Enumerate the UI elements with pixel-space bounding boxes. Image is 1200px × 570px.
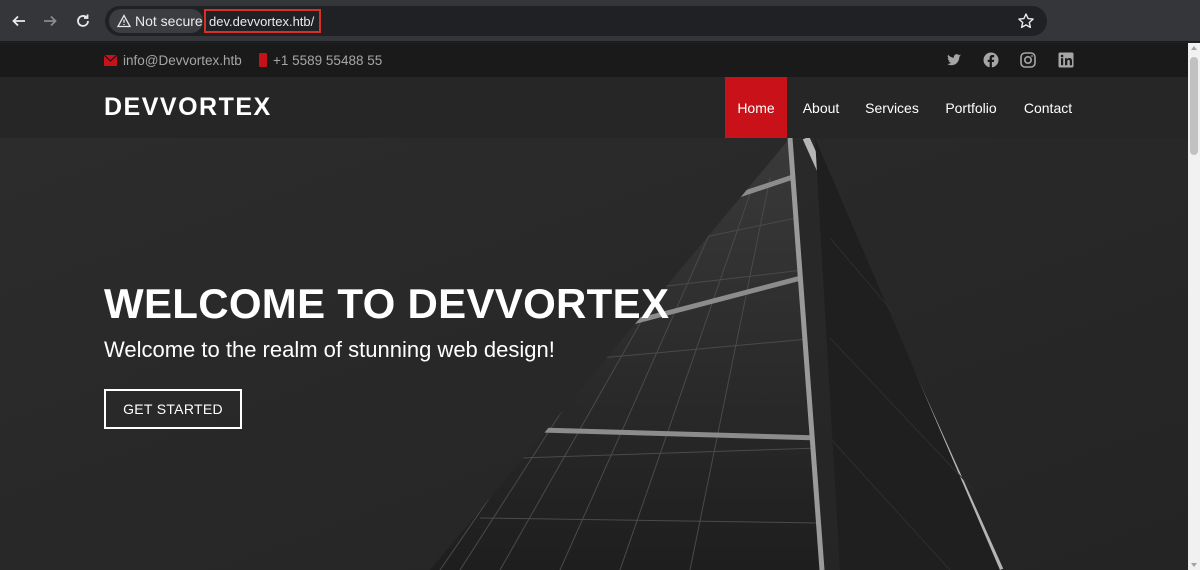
hero-section: WELCOME TO DEVVORTEX Welcome to the real… [0,138,1188,570]
envelope-icon [104,54,117,66]
nav-contact[interactable]: Contact [1016,77,1080,138]
email-text: info@Devvortex.htb [123,52,242,68]
url-text[interactable]: dev.devvortex.htb/ [204,9,321,33]
scroll-thumb[interactable] [1190,57,1198,155]
twitter-link[interactable] [946,52,962,68]
get-started-button[interactable]: GET STARTED [104,389,242,429]
contact-topbar: info@Devvortex.htb +1 5589 55488 55 [0,43,1188,77]
security-label: Not secure [135,13,203,29]
forward-icon [44,15,57,27]
instagram-link[interactable] [1020,52,1036,68]
twitter-icon [947,54,961,66]
nav-home[interactable]: Home [725,77,787,138]
address-bar[interactable]: Not secure dev.devvortex.htb/ [105,6,1047,36]
page-scrollbar[interactable] [1188,43,1200,570]
instagram-icon [1020,52,1036,68]
url-value: dev.devvortex.htb/ [209,13,315,29]
contact-phone[interactable]: +1 5589 55488 55 [259,43,382,77]
nav-services[interactable]: Services [859,77,925,138]
reload-button[interactable] [71,9,95,33]
site-header: DEVVORTEX Home About Services Portfolio … [0,77,1188,138]
browser-toolbar: Not secure dev.devvortex.htb/ [0,0,1200,42]
nav-portfolio[interactable]: Portfolio [938,77,1004,138]
back-icon [12,15,25,27]
back-button[interactable] [7,9,31,33]
scroll-down-arrow-icon[interactable] [1191,563,1197,567]
warning-icon [117,14,131,28]
linkedin-icon [1058,52,1074,68]
scroll-up-arrow-icon[interactable] [1191,46,1197,50]
phone-icon [259,53,267,67]
phone-text: +1 5589 55488 55 [273,52,383,68]
security-chip[interactable]: Not secure [109,9,203,33]
facebook-link[interactable] [983,52,999,68]
forward-button[interactable] [38,9,62,33]
nav-about[interactable]: About [792,77,850,138]
facebook-icon [983,52,999,68]
star-icon[interactable] [1017,12,1035,30]
hero-title: WELCOME TO DEVVORTEX [104,280,670,327]
reload-icon [77,14,89,27]
linkedin-link[interactable] [1058,52,1074,68]
hero-subtitle: Welcome to the realm of stunning web des… [104,337,555,362]
contact-email[interactable]: info@Devvortex.htb [104,43,242,77]
site-logo[interactable]: DEVVORTEX [104,93,272,122]
